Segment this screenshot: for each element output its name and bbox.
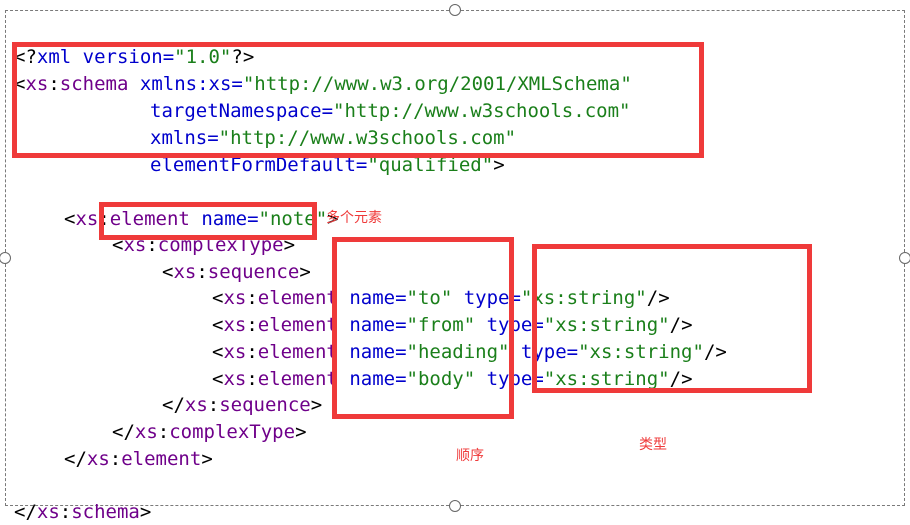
element-type-highlight-box xyxy=(532,244,812,393)
resize-handle-top[interactable] xyxy=(449,4,461,16)
order-note: 顺序 xyxy=(456,448,484,464)
schema-attributes-highlight-box xyxy=(12,42,704,158)
code-line-sequence-close: </xs:sequence> xyxy=(162,394,323,416)
resize-handle-bottom[interactable] xyxy=(449,500,461,512)
element-name-order-highlight-box xyxy=(332,237,514,419)
resize-handle-right[interactable] xyxy=(899,252,910,264)
code-line-complex-type-close: </xs:complexType> xyxy=(112,421,307,443)
code-line-note-element-close: </xs:element> xyxy=(64,448,213,470)
type-note: 类型 xyxy=(639,437,667,453)
complex-type-highlight-box xyxy=(99,202,317,240)
code-line-xml-declaration: <?xml version="1.0"?> xyxy=(14,46,255,68)
complex-type-note: 多个元素 xyxy=(326,210,382,226)
code-line-schema-close: </xs:schema> xyxy=(14,501,152,523)
